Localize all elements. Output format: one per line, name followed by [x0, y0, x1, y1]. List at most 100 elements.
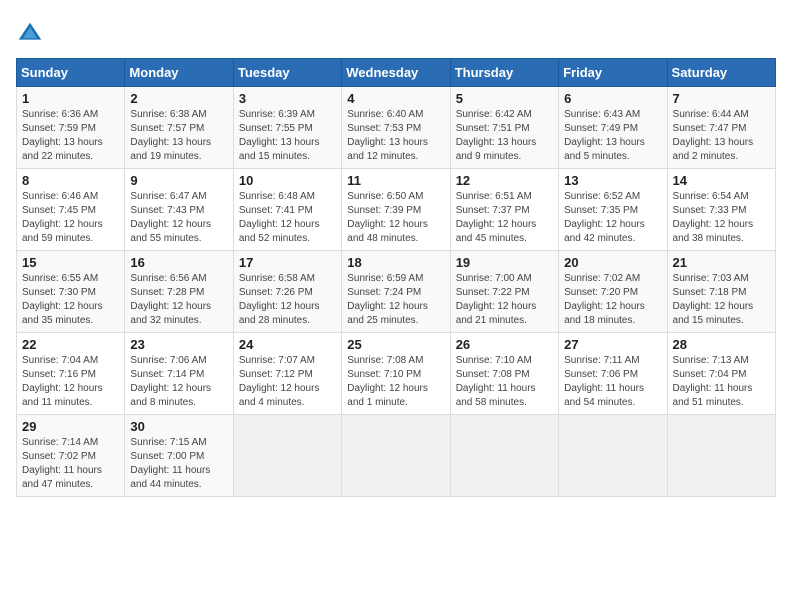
day-info: Sunrise: 6:55 AM Sunset: 7:30 PM Dayligh… [22, 272, 119, 328]
calendar-cell: 21 Sunrise: 7:03 AM Sunset: 7:18 PM Dayli… [667, 251, 775, 333]
day-info: Sunrise: 6:48 AM Sunset: 7:41 PM Dayligh… [239, 190, 336, 246]
calendar-cell: 5Sunrise: 6:42 AM Sunset: 7:51 PM Daylig… [450, 87, 558, 169]
calendar-cell: 11 Sunrise: 6:50 AM Sunset: 7:39 PM Dayli… [342, 169, 450, 251]
header-wednesday: Wednesday [342, 59, 450, 87]
calendar-cell: 12 Sunrise: 6:51 AM Sunset: 7:37 PM Dayli… [450, 169, 558, 251]
day-number: 17 [239, 255, 336, 270]
day-info: Sunrise: 6:38 AM Sunset: 7:57 PM Dayligh… [130, 108, 227, 164]
calendar-cell: 28Sunrise: 7:13 AM Sunset: 7:04 PM Dayli… [667, 333, 775, 415]
day-number: 11 [347, 173, 444, 188]
calendar-cell: 25 Sunrise: 7:08 AM Sunset: 7:10 PM Dayli… [342, 333, 450, 415]
day-info: Sunrise: 6:47 AM Sunset: 7:43 PM Dayligh… [130, 190, 227, 246]
day-info: Sunrise: 6:36 AM Sunset: 7:59 PM Dayligh… [22, 108, 119, 164]
day-number: 26 [456, 337, 553, 352]
day-number: 4 [347, 91, 444, 106]
day-info: Sunrise: 6:50 AM Sunset: 7:39 PM Dayligh… [347, 190, 444, 246]
day-info: Sunrise: 6:46 AM Sunset: 7:45 PM Dayligh… [22, 190, 119, 246]
day-number: 1 [22, 91, 119, 106]
day-number: 24 [239, 337, 336, 352]
day-number: 22 [22, 337, 119, 352]
day-number: 12 [456, 173, 553, 188]
day-info: Sunrise: 7:10 AM Sunset: 7:08 PM Dayligh… [456, 354, 553, 410]
calendar-header-row: SundayMondayTuesdayWednesdayThursdayFrid… [17, 59, 776, 87]
day-number: 8 [22, 173, 119, 188]
calendar-cell: 10 Sunrise: 6:48 AM Sunset: 7:41 PM Dayli… [233, 169, 341, 251]
day-number: 29 [22, 419, 119, 434]
calendar-table: SundayMondayTuesdayWednesdayThursdayFrid… [16, 58, 776, 497]
calendar-cell: 7 Sunrise: 6:44 AM Sunset: 7:47 PM Daylig… [667, 87, 775, 169]
day-number: 27 [564, 337, 661, 352]
calendar-cell: 30 Sunrise: 7:15 AM Sunset: 7:00 PM Dayli… [125, 415, 233, 497]
header-tuesday: Tuesday [233, 59, 341, 87]
day-info: Sunrise: 6:58 AM Sunset: 7:26 PM Dayligh… [239, 272, 336, 328]
day-number: 30 [130, 419, 227, 434]
logo [16, 20, 48, 48]
calendar-cell [450, 415, 558, 497]
day-info: Sunrise: 7:14 AM Sunset: 7:02 PM Dayligh… [22, 436, 119, 492]
calendar-cell: 17 Sunrise: 6:58 AM Sunset: 7:26 PM Dayli… [233, 251, 341, 333]
day-number: 15 [22, 255, 119, 270]
day-number: 25 [347, 337, 444, 352]
day-number: 2 [130, 91, 227, 106]
day-info: Sunrise: 6:40 AM Sunset: 7:53 PM Dayligh… [347, 108, 444, 164]
calendar-week-2: 8 Sunrise: 6:46 AM Sunset: 7:45 PM Daylig… [17, 169, 776, 251]
calendar-cell: 2 Sunrise: 6:38 AM Sunset: 7:57 PM Daylig… [125, 87, 233, 169]
day-number: 14 [673, 173, 770, 188]
day-number: 21 [673, 255, 770, 270]
day-info: Sunrise: 7:07 AM Sunset: 7:12 PM Dayligh… [239, 354, 336, 410]
calendar-cell: 1 Sunrise: 6:36 AM Sunset: 7:59 PM Daylig… [17, 87, 125, 169]
day-number: 9 [130, 173, 227, 188]
day-info: Sunrise: 7:03 AM Sunset: 7:18 PM Dayligh… [673, 272, 770, 328]
calendar-cell: 23 Sunrise: 7:06 AM Sunset: 7:14 PM Dayli… [125, 333, 233, 415]
day-number: 28 [673, 337, 770, 352]
calendar-cell: 27 Sunrise: 7:11 AM Sunset: 7:06 PM Dayli… [559, 333, 667, 415]
calendar-cell [559, 415, 667, 497]
calendar-cell: 9 Sunrise: 6:47 AM Sunset: 7:43 PM Daylig… [125, 169, 233, 251]
day-number: 5 [456, 91, 553, 106]
day-number: 20 [564, 255, 661, 270]
calendar-cell: 26 Sunrise: 7:10 AM Sunset: 7:08 PM Dayli… [450, 333, 558, 415]
day-info: Sunrise: 7:06 AM Sunset: 7:14 PM Dayligh… [130, 354, 227, 410]
calendar-cell: 3 Sunrise: 6:39 AM Sunset: 7:55 PM Daylig… [233, 87, 341, 169]
page-header [16, 16, 776, 48]
calendar-cell: 4 Sunrise: 6:40 AM Sunset: 7:53 PM Daylig… [342, 87, 450, 169]
calendar-cell: 15 Sunrise: 6:55 AM Sunset: 7:30 PM Dayli… [17, 251, 125, 333]
day-info: Sunrise: 6:56 AM Sunset: 7:28 PM Dayligh… [130, 272, 227, 328]
day-info: Sunrise: 6:43 AM Sunset: 7:49 PM Dayligh… [564, 108, 661, 164]
day-number: 3 [239, 91, 336, 106]
day-info: Sunrise: 7:02 AM Sunset: 7:20 PM Dayligh… [564, 272, 661, 328]
day-info: Sunrise: 7:00 AM Sunset: 7:22 PM Dayligh… [456, 272, 553, 328]
header-friday: Friday [559, 59, 667, 87]
day-info: Sunrise: 7:08 AM Sunset: 7:10 PM Dayligh… [347, 354, 444, 410]
day-info: Sunrise: 6:44 AM Sunset: 7:47 PM Dayligh… [673, 108, 770, 164]
day-info: Sunrise: 7:15 AM Sunset: 7:00 PM Dayligh… [130, 436, 227, 492]
day-info: Sunrise: 7:11 AM Sunset: 7:06 PM Dayligh… [564, 354, 661, 410]
calendar-cell [233, 415, 341, 497]
calendar-cell: 22 Sunrise: 7:04 AM Sunset: 7:16 PM Dayli… [17, 333, 125, 415]
day-info: Sunrise: 7:04 AM Sunset: 7:16 PM Dayligh… [22, 354, 119, 410]
calendar-cell: 16Sunrise: 6:56 AM Sunset: 7:28 PM Dayli… [125, 251, 233, 333]
calendar-week-3: 15 Sunrise: 6:55 AM Sunset: 7:30 PM Dayli… [17, 251, 776, 333]
calendar-cell: 29 Sunrise: 7:14 AM Sunset: 7:02 PM Dayli… [17, 415, 125, 497]
calendar-cell [342, 415, 450, 497]
header-monday: Monday [125, 59, 233, 87]
calendar-week-4: 22 Sunrise: 7:04 AM Sunset: 7:16 PM Dayli… [17, 333, 776, 415]
header-saturday: Saturday [667, 59, 775, 87]
calendar-week-1: 1 Sunrise: 6:36 AM Sunset: 7:59 PM Daylig… [17, 87, 776, 169]
day-info: Sunrise: 6:54 AM Sunset: 7:33 PM Dayligh… [673, 190, 770, 246]
calendar-cell [667, 415, 775, 497]
day-info: Sunrise: 6:51 AM Sunset: 7:37 PM Dayligh… [456, 190, 553, 246]
day-number: 23 [130, 337, 227, 352]
calendar-cell: 24 Sunrise: 7:07 AM Sunset: 7:12 PM Dayli… [233, 333, 341, 415]
day-info: Sunrise: 6:39 AM Sunset: 7:55 PM Dayligh… [239, 108, 336, 164]
calendar-cell: 8 Sunrise: 6:46 AM Sunset: 7:45 PM Daylig… [17, 169, 125, 251]
day-number: 7 [673, 91, 770, 106]
calendar-cell: 19Sunrise: 7:00 AM Sunset: 7:22 PM Dayli… [450, 251, 558, 333]
day-info: Sunrise: 6:59 AM Sunset: 7:24 PM Dayligh… [347, 272, 444, 328]
header-sunday: Sunday [17, 59, 125, 87]
day-number: 13 [564, 173, 661, 188]
calendar-cell: 13Sunrise: 6:52 AM Sunset: 7:35 PM Dayli… [559, 169, 667, 251]
calendar-cell: 14 Sunrise: 6:54 AM Sunset: 7:33 PM Dayli… [667, 169, 775, 251]
day-number: 10 [239, 173, 336, 188]
calendar-week-5: 29 Sunrise: 7:14 AM Sunset: 7:02 PM Dayli… [17, 415, 776, 497]
